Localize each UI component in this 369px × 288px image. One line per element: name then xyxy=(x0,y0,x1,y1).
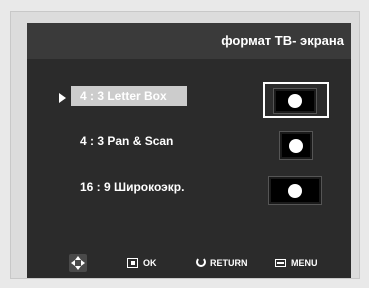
disc-icon xyxy=(288,183,302,198)
widescreen-screen-icon xyxy=(269,177,321,204)
enter-icon xyxy=(127,258,138,268)
menu-icon xyxy=(275,259,286,267)
option-label: 4 : 3 Letter Box xyxy=(80,89,167,103)
footer-hints: OK RETURN MENU xyxy=(27,248,351,278)
ok-hint: OK xyxy=(143,258,157,268)
return-hint: RETURN xyxy=(210,258,248,268)
option-letterbox[interactable]: 4 : 3 Letter Box xyxy=(27,82,351,118)
dpad-icon xyxy=(69,254,87,272)
letterbox-screen-icon xyxy=(274,89,316,113)
disc-icon xyxy=(289,138,303,153)
option-label: 16 : 9 Широкоэкр. xyxy=(80,180,185,194)
pan-scan-screen-icon xyxy=(280,132,312,159)
title-bar: формат ТВ- экрана xyxy=(27,23,351,59)
osd-screen: формат ТВ- экрана 4 : 3 Letter Box 4 : 3… xyxy=(27,23,351,278)
option-pan-scan[interactable]: 4 : 3 Pan & Scan xyxy=(27,129,351,159)
option-widescreen[interactable]: 16 : 9 Широкоэкр. xyxy=(27,175,351,205)
disc-icon xyxy=(288,94,302,108)
option-label: 4 : 3 Pan & Scan xyxy=(80,134,174,148)
menu-hint: MENU xyxy=(291,258,318,268)
page-title: формат ТВ- экрана xyxy=(221,33,344,48)
selection-arrow-icon xyxy=(59,93,66,103)
return-icon xyxy=(196,257,206,267)
